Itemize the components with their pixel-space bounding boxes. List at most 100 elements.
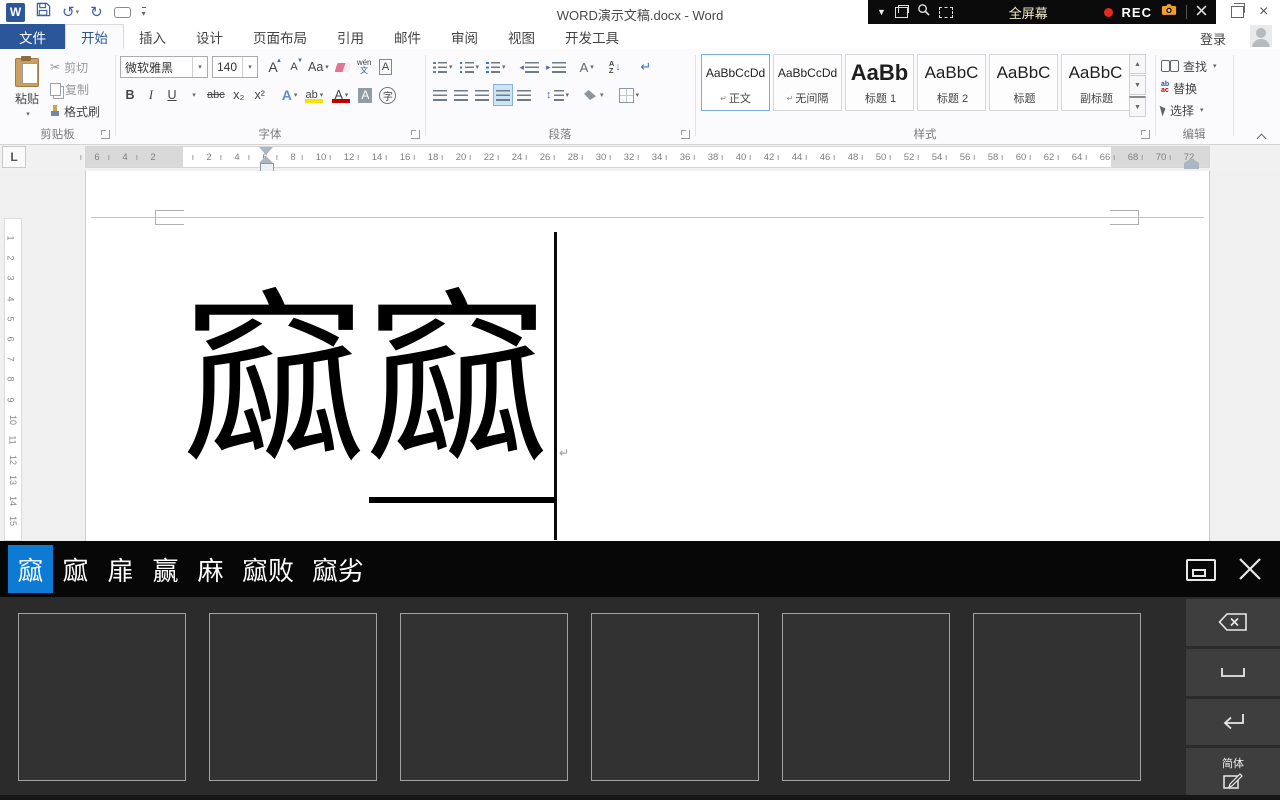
phonetic-guide-button[interactable]: wén文 bbox=[354, 56, 375, 78]
ribbon-tab[interactable]: 邮件 bbox=[379, 24, 436, 49]
ribbon-tab[interactable]: 视图 bbox=[493, 24, 550, 49]
style-card[interactable]: AaBbCcDd ↵无间隔 bbox=[773, 54, 842, 111]
bold-button[interactable]: B bbox=[120, 84, 140, 106]
window-close-button[interactable]: × bbox=[1259, 0, 1268, 24]
shading-button[interactable]: ▾ bbox=[581, 84, 607, 106]
space-key[interactable] bbox=[1186, 649, 1280, 696]
candidate-item[interactable]: 赢 bbox=[143, 545, 188, 593]
ime-close-button[interactable] bbox=[1236, 555, 1264, 583]
borders-button[interactable]: ▾ bbox=[616, 84, 643, 106]
recorder-close-icon[interactable] bbox=[1196, 3, 1207, 21]
grow-font-button[interactable]: A▲ bbox=[263, 56, 283, 78]
enter-key[interactable] bbox=[1186, 699, 1280, 746]
candidate-item[interactable]: 寙 bbox=[53, 545, 98, 593]
styles-scroll-up-button[interactable]: ▲ bbox=[1129, 54, 1146, 74]
handwriting-cell[interactable] bbox=[400, 613, 568, 781]
chevron-down-icon[interactable]: ▾ bbox=[242, 57, 257, 77]
document-text[interactable]: 窳窳 bbox=[181, 287, 547, 477]
sort-button[interactable]: AZ↓ bbox=[605, 56, 625, 78]
first-line-indent-marker[interactable] bbox=[259, 147, 273, 155]
committed-character[interactable]: 窳 bbox=[181, 278, 364, 485]
paste-button[interactable]: 粘贴 ▾ bbox=[8, 56, 46, 130]
line-spacing-button[interactable]: ↕▾ bbox=[543, 84, 572, 106]
styles-dialog-launcher[interactable] bbox=[1141, 130, 1150, 139]
recorder-region-select-icon[interactable] bbox=[939, 7, 953, 18]
decrease-indent-button[interactable]: ◂ bbox=[517, 56, 543, 78]
ribbon-tab[interactable]: 页面布局 bbox=[238, 24, 322, 49]
recorder-magnifier-icon[interactable] bbox=[917, 3, 930, 21]
sign-in-link[interactable]: 登录 bbox=[1200, 29, 1226, 48]
cut-button[interactable]: ✂剪切 bbox=[50, 57, 88, 77]
redo-button[interactable]: ↻ bbox=[90, 5, 103, 20]
ribbon-tab[interactable]: 引用 bbox=[322, 24, 379, 49]
ime-keyboard-dock-icon[interactable] bbox=[1186, 559, 1216, 581]
italic-button[interactable]: I bbox=[141, 84, 161, 106]
chevron-down-icon[interactable]: ▾ bbox=[192, 57, 207, 77]
styles-more-button[interactable]: ▼ bbox=[1129, 96, 1146, 117]
increase-indent-button[interactable]: ▸ bbox=[543, 56, 569, 78]
recorder-camera-icon[interactable] bbox=[1161, 3, 1177, 21]
backspace-key[interactable] bbox=[1186, 599, 1280, 646]
format-painter-button[interactable]: 格式刷 bbox=[50, 101, 100, 121]
paragraph-dialog-launcher[interactable] bbox=[681, 130, 690, 139]
align-left-button[interactable] bbox=[430, 84, 450, 106]
character-shading-button[interactable]: A bbox=[355, 84, 375, 106]
ribbon-tab[interactable]: 开发工具 bbox=[550, 24, 634, 49]
customize-qat-dropdown[interactable]: ▾ bbox=[142, 7, 146, 18]
candidate-item[interactable]: 扉 bbox=[98, 545, 143, 593]
multilevel-list-button[interactable]: ▾ bbox=[483, 56, 509, 78]
underline-dropdown[interactable]: ▾ bbox=[183, 84, 203, 106]
subscript-button[interactable]: x₂ bbox=[229, 84, 249, 106]
candidate-item[interactable]: 窳劣 bbox=[303, 545, 373, 593]
style-card[interactable]: AaBbCcDd ↵正文 bbox=[701, 54, 770, 111]
handwriting-cell[interactable] bbox=[209, 613, 377, 781]
enclose-characters-button[interactable]: 字 bbox=[376, 84, 399, 106]
ribbon-tab[interactable]: 设计 bbox=[181, 24, 238, 49]
distribute-button[interactable] bbox=[514, 84, 534, 106]
text-effects-button[interactable]: A▾ bbox=[279, 84, 301, 106]
recorder-dropdown-icon[interactable]: ▼ bbox=[877, 7, 886, 17]
justify-button[interactable] bbox=[493, 84, 513, 106]
ribbon-tab[interactable]: 开始 bbox=[65, 24, 124, 49]
horizontal-ruler[interactable]: 642 246810121416182022242628303234363840… bbox=[85, 146, 1210, 168]
underline-button[interactable]: U bbox=[162, 84, 182, 106]
undo-button[interactable]: ↺▾ bbox=[62, 5, 79, 20]
tab-stop-selector[interactable]: L bbox=[2, 146, 26, 168]
find-button[interactable]: 查找▾ bbox=[1161, 56, 1217, 76]
document-page[interactable]: 窳窳 ↵ bbox=[85, 171, 1210, 541]
style-card[interactable]: AaBbC 标题 bbox=[989, 54, 1058, 111]
clear-formatting-button[interactable] bbox=[333, 56, 353, 78]
input-mode-key[interactable]: 简体 bbox=[1186, 748, 1280, 795]
font-color-button[interactable]: A▾ bbox=[328, 84, 354, 106]
numbering-button[interactable]: ▾ bbox=[457, 56, 483, 78]
style-card[interactable]: AaBb 标题 1 bbox=[845, 54, 914, 111]
bullets-button[interactable]: ▾ bbox=[430, 56, 456, 78]
hanging-indent-marker[interactable] bbox=[259, 156, 273, 163]
candidate-item[interactable]: 窳败 bbox=[233, 545, 303, 593]
word-app-icon[interactable]: W bbox=[6, 3, 25, 22]
undo-dropdown-icon[interactable]: ▾ bbox=[76, 5, 80, 20]
strikethrough-button[interactable]: abc bbox=[204, 84, 228, 106]
align-center-button[interactable] bbox=[451, 84, 471, 106]
replace-button[interactable]: abac替换 bbox=[1161, 78, 1197, 98]
candidate-item[interactable]: 麻 bbox=[188, 545, 233, 593]
handwriting-cell[interactable] bbox=[18, 613, 186, 781]
show-hide-marks-button[interactable]: ↵ bbox=[636, 56, 656, 78]
touch-mouse-mode-button[interactable] bbox=[114, 7, 131, 18]
align-right-button[interactable] bbox=[472, 84, 492, 106]
character-border-button[interactable]: A bbox=[376, 56, 396, 78]
recorder-window-mode-icon[interactable] bbox=[895, 7, 908, 18]
copy-button[interactable]: 复制 bbox=[50, 79, 89, 99]
change-case-button[interactable]: Aa▾ bbox=[305, 56, 332, 78]
handwriting-cell[interactable] bbox=[973, 613, 1141, 781]
text-highlight-button[interactable]: ab▾ bbox=[301, 84, 327, 106]
font-size-combobox[interactable]: 140▾ bbox=[212, 56, 258, 78]
collapse-ribbon-button[interactable] bbox=[1258, 133, 1267, 142]
composing-character[interactable]: 窳 bbox=[364, 278, 547, 485]
shrink-font-button[interactable]: A▼ bbox=[284, 56, 304, 78]
vertical-ruler[interactable]: 123456789101112131415 bbox=[4, 218, 22, 541]
asian-layout-button[interactable]: A▾ bbox=[577, 56, 597, 78]
candidate-item[interactable]: 窳 bbox=[8, 545, 53, 593]
font-dialog-launcher[interactable] bbox=[411, 130, 420, 139]
handwriting-cell[interactable] bbox=[591, 613, 759, 781]
